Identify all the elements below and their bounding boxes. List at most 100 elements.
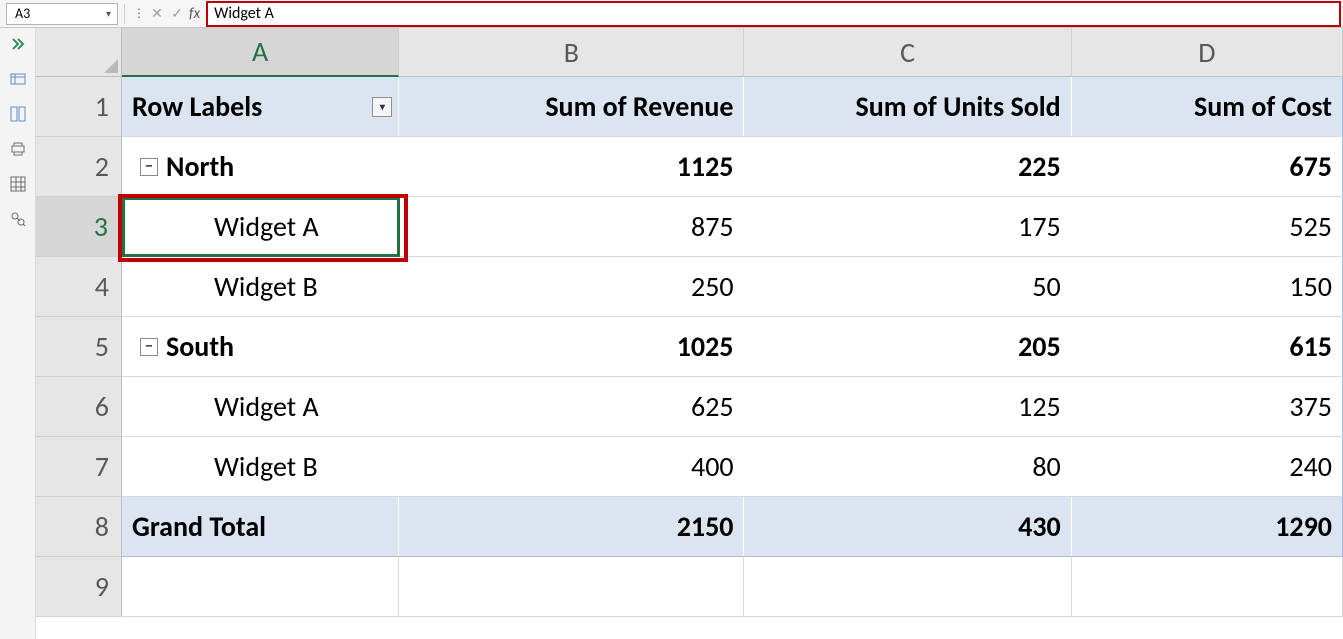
col-label: B <box>564 35 579 70</box>
cell-value: 250 <box>691 269 734 304</box>
collapse-icon[interactable]: − <box>140 338 158 356</box>
cell-b7[interactable]: 400 <box>400 437 745 496</box>
filter-dropdown-icon[interactable]: ▾ <box>372 97 392 117</box>
cell-value: 625 <box>691 389 734 424</box>
item-name: Widget B <box>214 269 318 304</box>
row-label: 6 <box>95 389 109 424</box>
cell-a1[interactable]: Row Labels ▾ <box>122 77 399 136</box>
cell-a7[interactable]: Widget B <box>122 437 400 496</box>
col-header-a[interactable]: A <box>122 28 399 77</box>
cell-d4[interactable]: 150 <box>1072 257 1343 316</box>
cell-c1[interactable]: Sum of Units Sold <box>744 77 1071 136</box>
col-header-d[interactable]: D <box>1072 28 1343 77</box>
cell-value: 205 <box>1018 329 1061 364</box>
pane-print-icon[interactable] <box>10 141 26 162</box>
pane-find-icon[interactable] <box>10 211 26 232</box>
cell-b2[interactable]: 1125 <box>399 137 744 196</box>
row-header-9[interactable]: 9 <box>36 557 122 617</box>
cell-c4[interactable]: 50 <box>745 257 1072 316</box>
row-header-5[interactable]: 5 <box>36 317 122 377</box>
cell-b1[interactable]: Sum of Revenue <box>399 77 744 136</box>
row-header-8[interactable]: 8 <box>36 497 122 557</box>
empty-row <box>122 557 1343 617</box>
pivot-item-row: Widget A 875 175 525 <box>122 197 1343 257</box>
cell-d7[interactable]: 240 <box>1072 437 1343 496</box>
row-header-2[interactable]: 2 <box>36 137 122 197</box>
col-header-c[interactable]: C <box>744 28 1071 77</box>
row-header-3[interactable]: 3 <box>36 197 122 257</box>
cell-value: 1125 <box>677 149 734 184</box>
pane-split-icon[interactable] <box>10 106 26 127</box>
cell-d1[interactable]: Sum of Cost <box>1072 77 1343 136</box>
col-header-b[interactable]: B <box>399 28 744 77</box>
pivot-item-row: Widget B 250 50 150 <box>122 257 1343 317</box>
item-name: Widget A <box>214 389 319 424</box>
cell-d9[interactable] <box>1072 557 1343 616</box>
header-label: Sum of Units Sold <box>855 89 1060 124</box>
cell-value: 1025 <box>677 329 734 364</box>
worksheet[interactable]: A B C D 1 2 3 4 5 6 7 8 9 Row Labels ▾ S… <box>36 28 1343 639</box>
cell-a3[interactable]: Widget A <box>122 197 400 256</box>
cell-a4[interactable]: Widget B <box>122 257 400 316</box>
cell-value: 150 <box>1289 269 1332 304</box>
row-header-4[interactable]: 4 <box>36 257 122 317</box>
pivot-region-row: − South 1025 205 615 <box>122 317 1343 377</box>
cell-b5[interactable]: 1025 <box>399 317 744 376</box>
row-header-1[interactable]: 1 <box>36 77 122 137</box>
cell-d3[interactable]: 525 <box>1072 197 1343 256</box>
name-box-value: A3 <box>15 5 30 22</box>
pivot-header-row: Row Labels ▾ Sum of Revenue Sum of Units… <box>122 77 1343 137</box>
name-box[interactable]: A3 ▾ <box>6 3 118 25</box>
cell-a8[interactable]: Grand Total <box>122 497 399 556</box>
pane-table-icon[interactable] <box>10 71 26 92</box>
chevron-down-icon[interactable]: ▾ <box>102 7 115 20</box>
cell-d5[interactable]: 615 <box>1072 317 1343 376</box>
cell-d8[interactable]: 1290 <box>1072 497 1343 556</box>
cell-a6[interactable]: Widget A <box>122 377 400 436</box>
confirm-check-icon: ✓ <box>167 5 187 22</box>
cell-c9[interactable] <box>744 557 1071 616</box>
cell-value: 675 <box>1289 149 1332 184</box>
grand-total-label: Grand Total <box>132 509 266 544</box>
cell-c3[interactable]: 175 <box>745 197 1072 256</box>
formula-input[interactable]: Widget A <box>206 1 1341 27</box>
cell-a9[interactable] <box>122 557 399 616</box>
cell-a5[interactable]: − South <box>122 317 399 376</box>
cell-b3[interactable]: 875 <box>400 197 745 256</box>
collapse-icon[interactable]: − <box>140 158 158 176</box>
expand-dots-icon[interactable]: ⋮ <box>131 6 147 21</box>
select-all-corner[interactable] <box>36 28 122 77</box>
cell-b4[interactable]: 250 <box>400 257 745 316</box>
cell-value: 240 <box>1289 449 1332 484</box>
cell-c7[interactable]: 80 <box>745 437 1072 496</box>
cell-b9[interactable] <box>399 557 744 616</box>
pane-grid-icon[interactable] <box>10 176 26 197</box>
cell-d6[interactable]: 375 <box>1072 377 1343 436</box>
cell-value: 400 <box>691 449 734 484</box>
cell-b6[interactable]: 625 <box>400 377 745 436</box>
cell-c6[interactable]: 125 <box>745 377 1072 436</box>
cell-a2[interactable]: − North <box>122 137 399 196</box>
row-label: 7 <box>95 449 109 484</box>
cell-c5[interactable]: 205 <box>744 317 1071 376</box>
row-headers: 1 2 3 4 5 6 7 8 9 <box>36 77 122 639</box>
cell-b8[interactable]: 2150 <box>399 497 744 556</box>
cell-c2[interactable]: 225 <box>744 137 1071 196</box>
cell-c8[interactable]: 430 <box>744 497 1071 556</box>
formula-bar: A3 ▾ ⋮ ✕ ✓ fx Widget A <box>0 0 1343 28</box>
cell-d2[interactable]: 675 <box>1072 137 1343 196</box>
pivot-item-row: Widget B 400 80 240 <box>122 437 1343 497</box>
row-label: 8 <box>95 509 109 544</box>
header-label: Row Labels <box>132 89 262 124</box>
cancel-icon: ✕ <box>147 5 167 22</box>
formula-input-value: Widget A <box>214 4 274 23</box>
main-area: A B C D 1 2 3 4 5 6 7 8 9 Row Labels ▾ S… <box>0 28 1343 639</box>
column-headers: A B C D <box>122 28 1343 77</box>
separator <box>124 4 125 24</box>
row-header-6[interactable]: 6 <box>36 377 122 437</box>
fx-icon[interactable]: fx <box>187 5 206 23</box>
cell-value: 125 <box>1018 389 1061 424</box>
row-header-7[interactable]: 7 <box>36 437 122 497</box>
cell-value: 1290 <box>1275 509 1332 544</box>
expand-pane-icon[interactable] <box>10 36 26 57</box>
